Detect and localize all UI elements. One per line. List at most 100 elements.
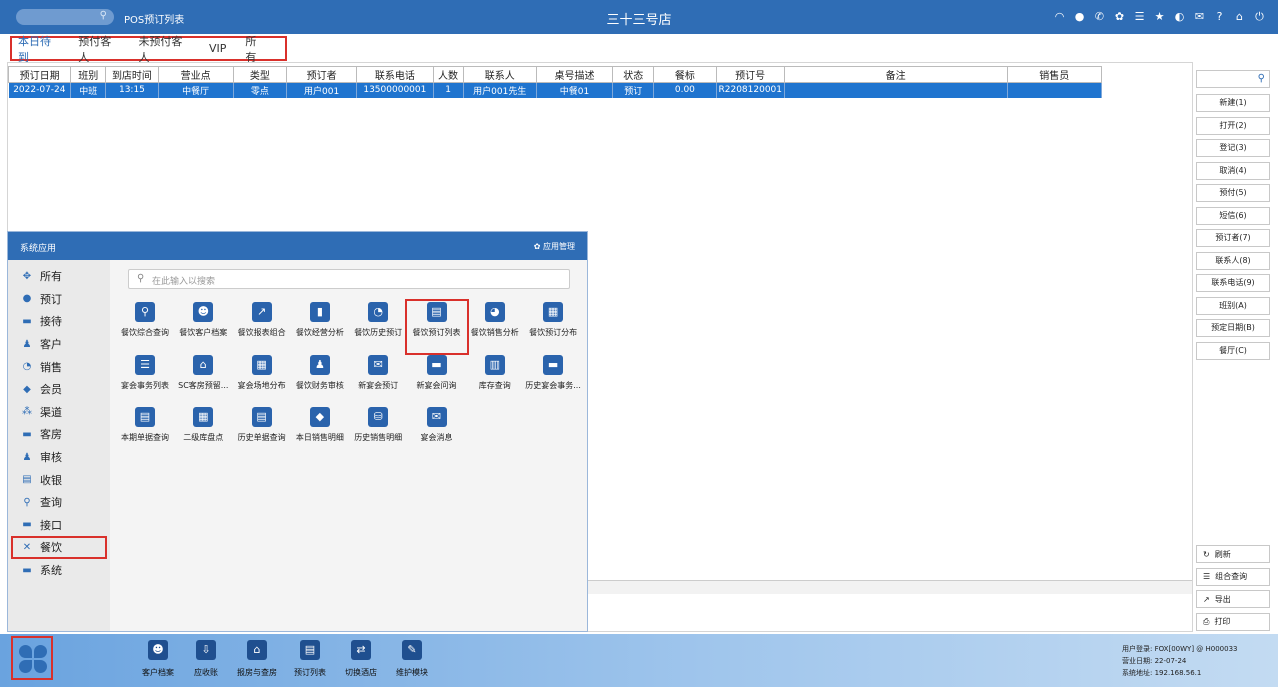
app-tile[interactable]: ▥ 库存查询 [466, 354, 524, 405]
utility-button-3[interactable]: ⎙ 打印 [1196, 612, 1270, 631]
column-header[interactable]: 营业点 [157, 66, 234, 83]
column-header[interactable]: 备注 [783, 66, 1008, 83]
action-button-11[interactable]: 餐厅(C) [1196, 341, 1270, 360]
category-item[interactable]: ▤ 收银 [8, 468, 110, 491]
app-tile[interactable]: ☰ 宴会事务列表 [116, 354, 174, 405]
column-header[interactable]: 联系人 [462, 66, 537, 83]
action-button-1[interactable]: 打开(2) [1196, 116, 1270, 135]
app-tile[interactable]: ♟ 餐饮财务审核 [291, 354, 349, 405]
utility-button-1[interactable]: ☰ 组合查询 [1196, 567, 1270, 586]
app-tile[interactable]: ▦ 餐饮预订分布 [524, 302, 582, 352]
chat-icon[interactable]: ● [1073, 10, 1086, 24]
app-tile[interactable]: ⌂ SC客房预留... [174, 354, 232, 405]
app-tile[interactable]: ▬ 历史宴会事务... [524, 354, 582, 405]
app-tile[interactable]: ✉ 宴会消息 [408, 407, 466, 457]
dock-item[interactable]: ⌂ 报房与查房 [229, 640, 285, 678]
utility-button-0[interactable]: ↻ 刷新 [1196, 545, 1270, 563]
wifi-icon[interactable]: ◠ [1053, 10, 1066, 24]
column-header[interactable]: 餐标 [653, 66, 717, 83]
dock-item[interactable]: ⇄ 切换酒店 [333, 640, 389, 678]
column-header[interactable]: 桌号描述 [535, 66, 614, 83]
app-tile[interactable]: ⛁ 历史销售明细 [349, 407, 407, 457]
app-tile[interactable]: ▬ 新宴会问询 [408, 354, 466, 405]
app-tile[interactable]: ◆ 本日销售明细 [291, 407, 349, 457]
menu-icon[interactable]: ☰ [1133, 10, 1146, 24]
table-row[interactable]: 2022-07-24 中班 13:15 中餐厅 零点 用户001 13500000001 1 用… [8, 82, 1103, 98]
dock-item[interactable]: ▤ 预订列表 [282, 640, 338, 678]
app-tile-label: 餐饮预订列表 [412, 328, 461, 337]
action-buttons: 新建(1) 打开(2) 登记(3) 取消(4) 预付(5) 短信(6) 预订者(7) 联系人(… [1196, 94, 1272, 360]
action-button-0[interactable]: 新建(1) [1196, 94, 1270, 112]
dock-item[interactable]: ⇩ 应收账 [178, 640, 234, 678]
action-button-9[interactable]: 班别(A) [1196, 296, 1270, 315]
column-header[interactable]: 联系电话 [356, 66, 434, 83]
theme-icon[interactable]: ◐ [1173, 10, 1186, 24]
category-item[interactable]: ⚲ 查询 [8, 491, 110, 514]
action-button-5[interactable]: 短信(6) [1196, 206, 1270, 225]
action-button-6[interactable]: 预订者(7) [1196, 229, 1270, 247]
category-item[interactable]: ▬ 客房 [8, 423, 110, 446]
category-item[interactable]: ◔ 销售 [8, 355, 110, 378]
help-icon[interactable]: ? [1213, 10, 1226, 24]
column-header[interactable]: 到店时间 [105, 66, 159, 83]
category-item[interactable]: ✥ 所有 [8, 265, 110, 288]
tab-1[interactable]: 预付客人 [78, 33, 119, 65]
action-button-2[interactable]: 登记(3) [1196, 139, 1270, 157]
power-icon[interactable]: ⏻ [1253, 10, 1266, 24]
action-button-3[interactable]: 取消(4) [1196, 161, 1270, 180]
dock-item[interactable]: ✎ 维护模块 [384, 640, 440, 678]
app-tile[interactable]: ▤ 餐饮预订列表 [404, 299, 469, 355]
phone-icon[interactable]: ✆ [1093, 10, 1106, 24]
app-tile[interactable]: ☻ 餐饮客户档案 [174, 302, 232, 352]
column-header[interactable]: 类型 [232, 66, 287, 83]
category-item[interactable]: ♟ 客户 [8, 333, 110, 356]
home-icon[interactable]: ⌂ [1233, 10, 1246, 24]
tab-0[interactable]: 本日待到 [18, 33, 59, 65]
palette-icon[interactable]: ✿ [1113, 10, 1126, 24]
column-header[interactable]: 人数 [432, 66, 464, 83]
app-tile[interactable]: ▤ 历史单据查询 [233, 407, 291, 457]
category-item[interactable]: ✕ 餐饮 [11, 536, 107, 559]
app-tile[interactable]: ▤ 本期单据查询 [116, 407, 174, 457]
column-header[interactable]: 班别 [70, 66, 107, 83]
star-icon[interactable]: ★ [1153, 10, 1166, 24]
app-tile[interactable]: ◕ 餐饮销售分析 [466, 302, 524, 352]
action-search-input[interactable]: ⚲ [1196, 70, 1270, 88]
category-item[interactable]: ● 预订 [8, 288, 110, 311]
action-button-4[interactable]: 预付(5) [1196, 184, 1270, 202]
category-item[interactable]: ▬ 系统 [8, 559, 110, 582]
horizontal-scrollbar[interactable] [586, 580, 1192, 594]
column-header[interactable]: 状态 [612, 66, 655, 83]
filter-tabs: 本日待到 预付客人 未预付客人 VIP 所有 [10, 35, 287, 64]
action-button-8[interactable]: 联系电话(9) [1196, 274, 1270, 292]
tab-4[interactable]: 所有 [245, 33, 266, 65]
start-menu-button[interactable] [11, 636, 53, 680]
category-item[interactable]: ◆ 会员 [8, 378, 110, 401]
app-tile[interactable]: ⚲ 餐饮综合查询 [116, 302, 174, 352]
column-header[interactable]: 销售员 [1006, 66, 1103, 83]
action-button-7[interactable]: 联系人(8) [1196, 251, 1270, 270]
category-item[interactable]: ▬ 接待 [8, 310, 110, 333]
utility-button-2[interactable]: ↗ 导出 [1196, 590, 1270, 608]
app-tile[interactable]: ✉ 新宴会预订 [349, 354, 407, 405]
category-item[interactable]: ⁂ 渠道 [8, 401, 110, 424]
app-tile[interactable]: ▦ 宴会场地分布 [233, 354, 291, 405]
app-tile[interactable]: ↗ 餐饮报表组合 [233, 302, 291, 352]
category-item[interactable]: ▬ 接口 [8, 514, 110, 537]
category-item[interactable]: ♟ 审核 [8, 446, 110, 469]
app-tile-label: 本日销售明细 [295, 433, 344, 442]
mail-icon[interactable]: ✉ [1193, 10, 1206, 24]
app-tile[interactable]: ◔ 餐饮历史预订 [349, 302, 407, 352]
search-icon[interactable]: ⚲ [1258, 73, 1265, 84]
app-tile[interactable]: ▮ 餐饮经营分析 [291, 302, 349, 352]
grid-body: 2022-07-24 中班 13:15 中餐厅 零点 用户001 13500000001 1 用… [8, 82, 1103, 98]
action-button-10[interactable]: 预定日期(B) [1196, 319, 1270, 337]
column-header[interactable]: 预订号 [715, 66, 785, 83]
column-header[interactable]: 预订日期 [7, 66, 72, 83]
tab-2[interactable]: 未预付客人 [138, 33, 190, 65]
tab-3[interactable]: VIP [209, 42, 226, 55]
app-manage-link[interactable]: ✿ 应用管理 [534, 241, 575, 252]
apps-search-input[interactable]: ⚲ 在此输入以搜索 [128, 269, 570, 289]
column-header[interactable]: 预订者 [285, 66, 358, 83]
app-tile[interactable]: ▦ 二级库盘点 [174, 407, 232, 457]
